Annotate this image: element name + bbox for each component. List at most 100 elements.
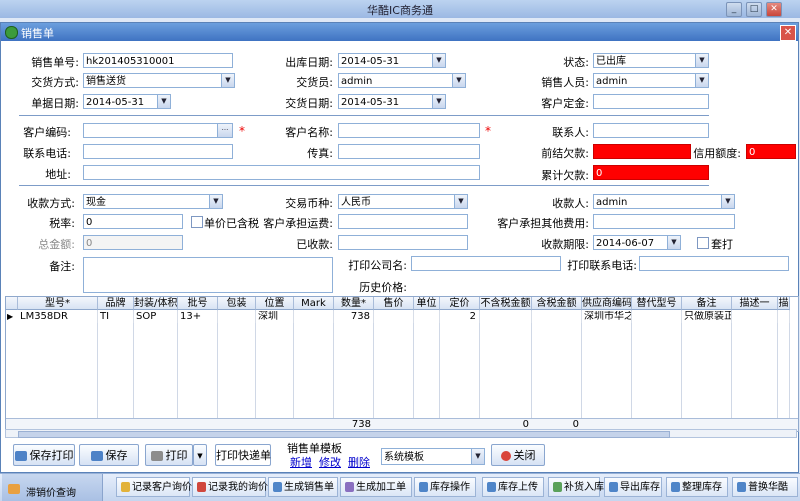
- chevron-down-icon[interactable]: ▼: [221, 74, 234, 87]
- column-header[interactable]: 描述一: [732, 297, 778, 310]
- payee-select[interactable]: admin ▼: [593, 194, 735, 209]
- toolbar-button[interactable]: 生成加工单: [340, 477, 412, 497]
- table-cell[interactable]: [532, 311, 582, 323]
- column-header[interactable]: 批号: [178, 297, 218, 310]
- dialog-close-button[interactable]: ✕: [780, 25, 796, 41]
- column-header[interactable]: 型号*: [18, 297, 98, 310]
- ship-date-picker[interactable]: 2014-05-31 ▼: [338, 53, 446, 68]
- toolbar-button[interactable]: 库存上传: [482, 477, 544, 497]
- table-cell[interactable]: [480, 311, 532, 323]
- column-header[interactable]: 不含税金额: [480, 297, 532, 310]
- address-field[interactable]: [83, 165, 480, 180]
- table-cell[interactable]: [414, 311, 440, 323]
- deposit-field[interactable]: [593, 94, 709, 109]
- remark-field[interactable]: [83, 257, 333, 293]
- column-header[interactable]: 品牌: [98, 297, 134, 310]
- handler-select[interactable]: admin ▼: [338, 73, 466, 88]
- maximize-button[interactable]: □: [746, 2, 762, 17]
- table-cell[interactable]: [732, 311, 778, 323]
- table-cell[interactable]: [218, 311, 256, 323]
- chevron-down-icon[interactable]: ▼: [695, 74, 708, 87]
- table-cell[interactable]: SOP: [134, 311, 178, 323]
- doc-date-picker[interactable]: 2014-05-31 ▼: [83, 94, 171, 109]
- table-cell[interactable]: [632, 311, 682, 323]
- column-header[interactable]: 备注: [682, 297, 732, 310]
- toolbar-button[interactable]: 导出库存: [604, 477, 662, 497]
- phone-field[interactable]: [83, 144, 233, 159]
- toolbar-button[interactable]: 普换华酷: [732, 477, 798, 497]
- table-cell[interactable]: LM358DR: [18, 311, 98, 323]
- left-nav-item[interactable]: 滞销价查询: [26, 484, 76, 499]
- delivery-select[interactable]: 销售送货 ▼: [83, 73, 235, 88]
- toolbar-button[interactable]: 补货入库: [548, 477, 604, 497]
- order-no-field[interactable]: hk201405310001: [83, 53, 233, 68]
- print-company-field[interactable]: [411, 256, 561, 271]
- table-cell[interactable]: 13+: [178, 311, 218, 323]
- template-select[interactable]: 系统模板 ▼: [381, 448, 485, 465]
- column-header[interactable]: Mark: [294, 297, 334, 310]
- toolbar-button[interactable]: 整理库存: [666, 477, 728, 497]
- table-cell[interactable]: [778, 311, 790, 323]
- hscroll-thumb[interactable]: [18, 431, 670, 438]
- print-dropdown-button[interactable]: ▼: [193, 444, 207, 466]
- column-header[interactable]: 售价: [374, 297, 414, 310]
- pay-method-select[interactable]: 现金 ▼: [83, 194, 223, 209]
- print-button[interactable]: 打印: [145, 444, 193, 466]
- table-cell[interactable]: [374, 311, 414, 323]
- received-field[interactable]: [338, 235, 468, 250]
- column-header[interactable]: 单位: [414, 297, 440, 310]
- unit-tax-checkbox[interactable]: [191, 216, 203, 228]
- toolbar-button[interactable]: 记录客户询价: [116, 477, 192, 497]
- table-cell[interactable]: 深圳市华之: [582, 311, 632, 323]
- column-header[interactable]: 描: [778, 297, 790, 310]
- save-button[interactable]: 保存: [79, 444, 139, 466]
- chevron-down-icon[interactable]: ▼: [452, 74, 465, 87]
- cust-name-field[interactable]: [338, 123, 480, 138]
- contact-field[interactable]: [593, 123, 709, 138]
- chevron-down-icon[interactable]: ▼: [721, 195, 734, 208]
- grid-hscrollbar[interactable]: [5, 429, 797, 438]
- chevron-down-icon[interactable]: ▼: [432, 95, 445, 108]
- column-header[interactable]: 供应商编码: [582, 297, 632, 310]
- print-express-button[interactable]: 打印快递单: [215, 444, 271, 466]
- toolbar-button[interactable]: 生成销售单: [268, 477, 338, 497]
- chevron-down-icon[interactable]: ▼: [209, 195, 222, 208]
- table-cell[interactable]: 2: [440, 311, 480, 323]
- chevron-down-icon[interactable]: ▼: [471, 449, 484, 464]
- template-delete-link[interactable]: 删除: [348, 454, 370, 470]
- app-close-button[interactable]: ✕: [766, 2, 782, 17]
- column-header[interactable]: 数量*: [334, 297, 374, 310]
- template-new-link[interactable]: 新增: [290, 454, 312, 470]
- tax-field[interactable]: 0: [83, 214, 183, 229]
- chevron-down-icon[interactable]: ▼: [432, 54, 445, 67]
- order-items-grid[interactable]: ▶ 型号* 品牌 封装/体积 批号 包装 位置 Mark 数量* 售价 单位 定价 不含税金额 含税金额供…: [5, 296, 799, 432]
- deliver-date-picker[interactable]: 2014-05-31 ▼: [338, 94, 446, 109]
- cust-code-field[interactable]: ···: [83, 123, 233, 138]
- pay-due-picker[interactable]: 2014-06-07 ▼: [593, 235, 681, 250]
- other-fee-field[interactable]: [593, 214, 735, 229]
- column-header[interactable]: 封装/体积: [134, 297, 178, 310]
- table-cell[interactable]: 只做原装正: [682, 311, 732, 323]
- fax-field[interactable]: [338, 144, 480, 159]
- table-cell[interactable]: 738: [334, 311, 374, 323]
- close-button[interactable]: 关闭: [491, 444, 545, 466]
- template-edit-link[interactable]: 修改: [319, 454, 341, 470]
- chevron-down-icon[interactable]: ▼: [454, 195, 467, 208]
- chevron-down-icon[interactable]: ▼: [667, 236, 680, 249]
- browse-icon[interactable]: ···: [217, 124, 232, 137]
- chevron-down-icon[interactable]: ▼: [157, 95, 170, 108]
- column-header[interactable]: 位置: [256, 297, 294, 310]
- toolbar-button[interactable]: 库存操作: [414, 477, 476, 497]
- save-print-button[interactable]: 保存打印: [13, 444, 75, 466]
- chevron-down-icon[interactable]: ▼: [695, 54, 708, 67]
- column-header[interactable]: 替代型号: [632, 297, 682, 310]
- column-header[interactable]: 定价: [440, 297, 480, 310]
- table-cell[interactable]: 深圳: [256, 311, 294, 323]
- currency-select[interactable]: 人民币 ▼: [338, 194, 468, 209]
- status-select[interactable]: 已出库 ▼: [593, 53, 709, 68]
- column-header[interactable]: 含税金额: [532, 297, 582, 310]
- column-header[interactable]: 包装: [218, 297, 256, 310]
- minimize-button[interactable]: _: [726, 2, 742, 17]
- credit-field[interactable]: 0: [746, 144, 796, 159]
- toolbar-button[interactable]: 记录我的询价: [192, 477, 268, 497]
